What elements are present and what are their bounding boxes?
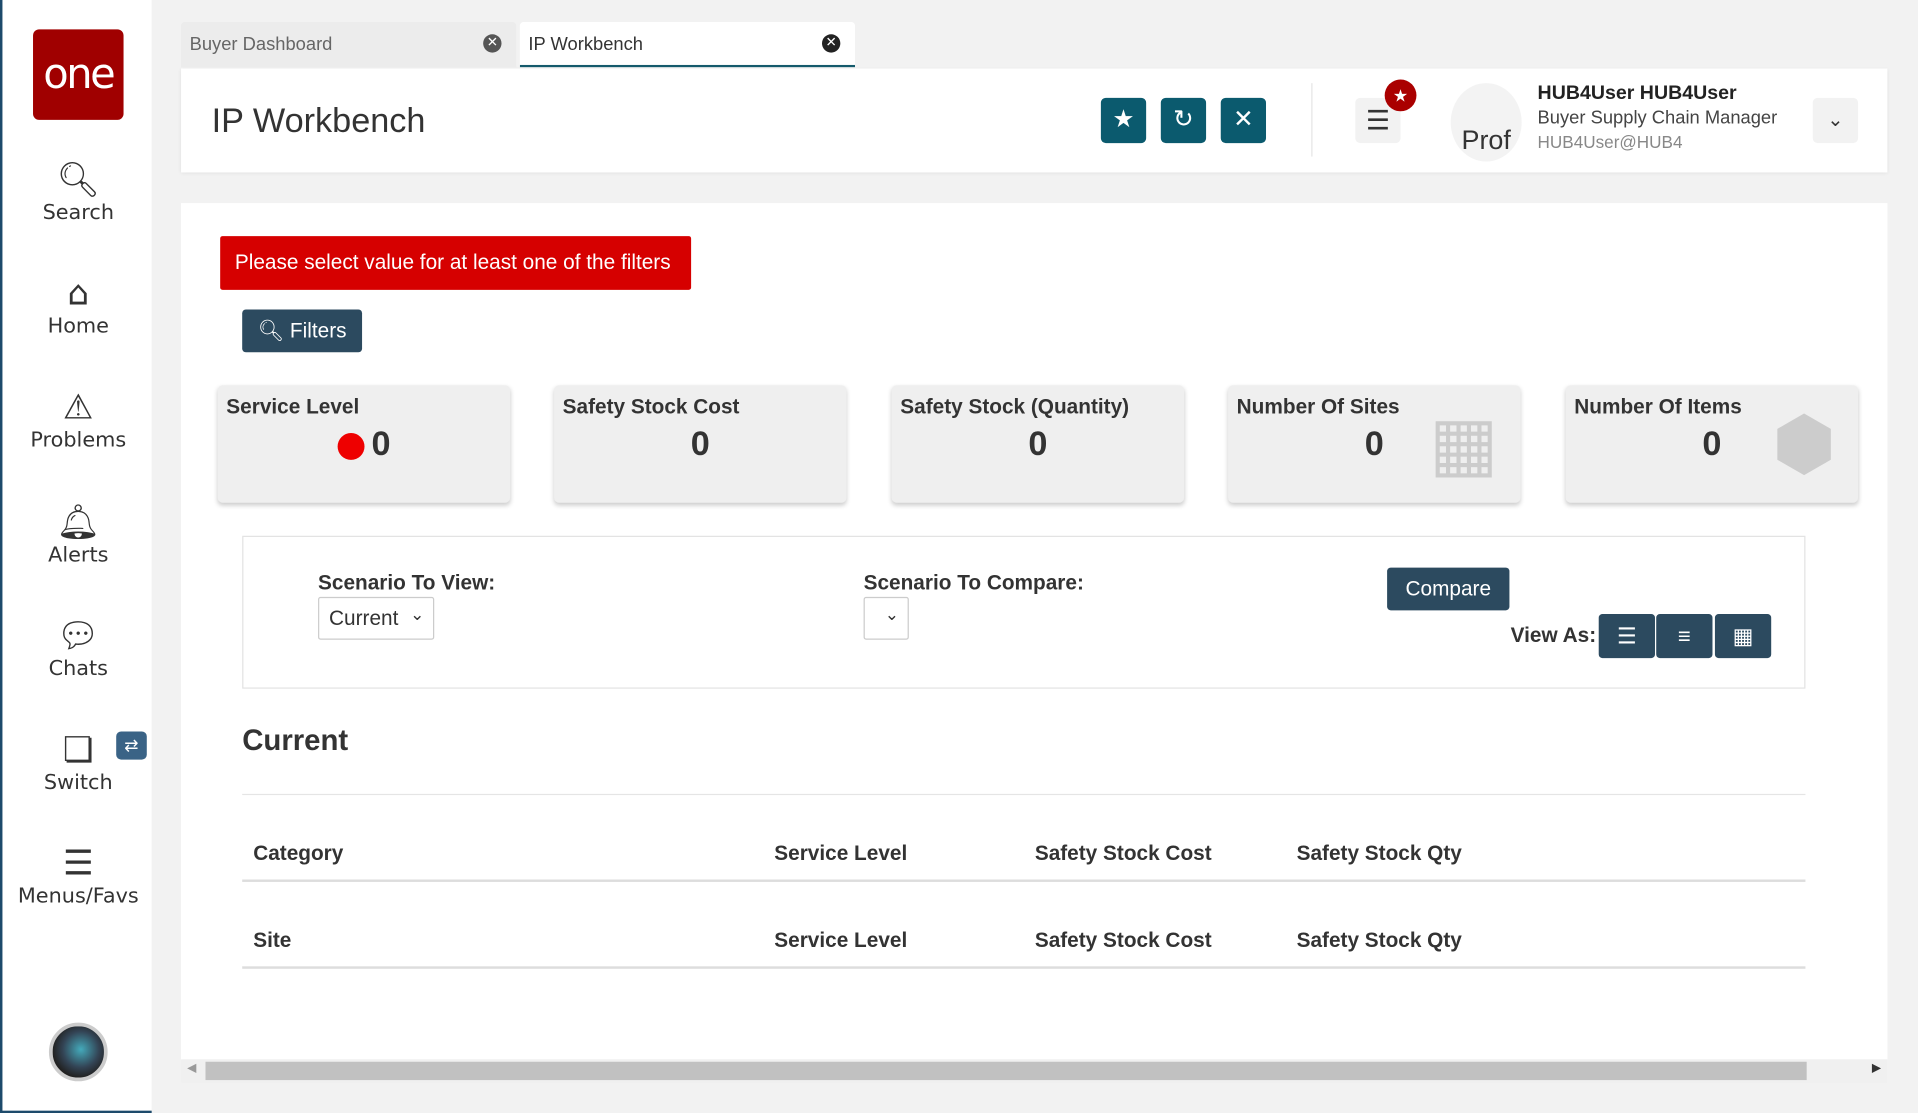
section-title: Current xyxy=(242,724,349,758)
sidebar-item-label: Home xyxy=(47,314,109,339)
sidebar-item-label: Search xyxy=(42,200,115,226)
bell-icon: 🔔︎ xyxy=(56,501,101,542)
sidebar-item-problems[interactable]: ⚠ Problems xyxy=(2,387,154,453)
map-icon: ▦ xyxy=(1732,623,1754,649)
kpi-value: 0 xyxy=(1028,424,1048,463)
view-as-label: View As: xyxy=(1510,623,1597,648)
scenario-compare-label: Scenario To Compare: xyxy=(863,571,1084,595)
compare-button[interactable]: Compare xyxy=(1387,567,1510,611)
logo[interactable]: one xyxy=(33,29,124,120)
kpi-value: 0 xyxy=(1364,424,1384,463)
sidebar-item-label: Chats xyxy=(48,656,109,682)
scrollbar-thumb[interactable] xyxy=(205,1061,1807,1081)
view-as-list-button[interactable]: ☰ xyxy=(1598,614,1655,659)
filters-label: Filters xyxy=(289,319,347,343)
refresh-button[interactable]: ↻ xyxy=(1160,97,1207,144)
bar-chart-icon: ≡ xyxy=(1677,623,1691,649)
divider xyxy=(242,793,1806,796)
user-name: HUB4User HUB4User xyxy=(1537,83,1737,104)
view-as-bar-button[interactable]: ≡ xyxy=(1656,614,1713,659)
search-icon: 🔍︎ xyxy=(56,159,101,200)
sidebar-item-search[interactable]: 🔍︎ Search xyxy=(2,159,154,225)
list-icon: ☰ xyxy=(1616,623,1637,649)
user-role: Buyer Supply Chain Manager xyxy=(1537,107,1778,129)
kpi-service-level: Service Level 0 xyxy=(217,385,511,503)
kpi-label: Safety Stock Cost xyxy=(562,395,740,419)
sidebar-item-label: Menus/Favs xyxy=(17,884,139,909)
horizontal-scrollbar[interactable]: ◀ ▶ xyxy=(181,1059,1888,1083)
menu-icon: ☰ xyxy=(1365,105,1390,136)
kpi-label: Number Of Sites xyxy=(1236,395,1400,419)
favorite-button[interactable]: ★ xyxy=(1100,97,1147,144)
user-email: HUB4User@HUB4 xyxy=(1537,132,1683,152)
search-icon: 🔍︎ xyxy=(257,319,285,343)
page-title: IP Workbench xyxy=(211,101,426,140)
column-header: Category xyxy=(253,841,344,865)
selected-value: Current xyxy=(329,606,399,630)
kpi-value: 0 xyxy=(371,424,391,463)
sidebar-item-menus-favs[interactable]: ☰ Menus/Favs xyxy=(2,843,154,909)
sidebar-item-label: Switch xyxy=(43,770,113,796)
kpi-number-of-items: ⬢ Number Of Items 0 xyxy=(1565,385,1859,503)
user-menu-dropdown[interactable]: ⌄ xyxy=(1812,97,1859,144)
sidebar-item-alerts[interactable]: 🔔︎ Alerts xyxy=(2,502,154,568)
scenario-view-label: Scenario To View: xyxy=(318,571,496,595)
tab-label: Buyer Dashboard xyxy=(189,34,333,56)
chevron-down-icon: ⌄ xyxy=(1827,110,1844,131)
kpi-label: Service Level xyxy=(226,395,360,419)
main-content: Please select value for at least one of … xyxy=(181,203,1888,1083)
error-banner: Please select value for at least one of … xyxy=(220,236,692,290)
chevron-down-icon: ⌄ xyxy=(884,604,900,624)
page-header: IP Workbench ★ ↻ ✕ ☰ ★ Prof HUB4User HUB… xyxy=(181,68,1888,173)
close-button[interactable]: ✕ xyxy=(1220,97,1267,144)
column-header: Service Level xyxy=(774,841,908,865)
column-header: Safety Stock Qty xyxy=(1296,841,1462,865)
kpi-label: Number Of Items xyxy=(1574,395,1742,419)
kpi-safety-stock-quantity: Safety Stock (Quantity) 0 xyxy=(891,385,1185,503)
column-header: Safety Stock Qty xyxy=(1296,928,1462,952)
close-icon[interactable]: ✕ xyxy=(483,34,502,53)
scenario-compare-select[interactable]: ⌄ xyxy=(863,596,909,640)
divider xyxy=(242,879,1806,882)
warning-icon: ⚠ xyxy=(62,386,94,427)
menu-icon: ☰ xyxy=(62,842,94,884)
sidebar-item-home[interactable]: ⌂ Home xyxy=(2,273,154,339)
sidebar-item-label: Alerts xyxy=(48,543,109,568)
column-header: Safety Stock Cost xyxy=(1034,928,1212,952)
tab-label: IP Workbench xyxy=(528,34,644,56)
scenario-view-select[interactable]: Current ⌄ xyxy=(318,596,435,640)
status-dot xyxy=(337,433,365,460)
view-as-map-button[interactable]: ▦ xyxy=(1714,614,1772,659)
kpi-value: 0 xyxy=(690,424,710,463)
sidebar-item-label: Problems xyxy=(30,428,127,453)
chat-icon: 💬︎ xyxy=(56,615,101,656)
filters-button[interactable]: 🔍︎ Filters xyxy=(242,309,363,353)
scenario-panel: Scenario To View: Current ⌄ Scenario To C… xyxy=(242,535,1806,689)
column-header: Service Level xyxy=(774,928,908,952)
sidebar-item-chats[interactable]: 💬︎ Chats xyxy=(2,615,154,681)
kpi-label: Safety Stock (Quantity) xyxy=(900,395,1130,419)
tab-buyer-dashboard[interactable]: Buyer Dashboard ✕ xyxy=(181,22,517,68)
kpi-number-of-sites: ▦ Number Of Sites 0 xyxy=(1228,385,1521,503)
profile-image[interactable]: Prof xyxy=(1450,83,1522,162)
sidebar: one 🔍︎ Search ⌂ Home ⚠ Problems 🔔︎ Alerts 💬︎… xyxy=(0,0,152,1113)
column-header: Safety Stock Cost xyxy=(1034,841,1212,865)
close-icon[interactable]: ✕ xyxy=(821,34,841,53)
kpi-safety-stock-cost: Safety Stock Cost 0 xyxy=(554,385,847,503)
chevron-down-icon: ⌄ xyxy=(410,604,425,624)
divider xyxy=(1311,83,1313,157)
switch-arrows-icon[interactable]: ⇄ xyxy=(116,731,147,760)
home-icon: ⌂ xyxy=(67,272,90,314)
scroll-left-icon[interactable]: ◀ xyxy=(187,1062,196,1075)
column-header: Site xyxy=(253,928,292,952)
favorites-star-icon[interactable]: ★ xyxy=(1384,79,1417,112)
scroll-right-icon[interactable]: ▶ xyxy=(1872,1062,1881,1075)
divider xyxy=(242,966,1806,969)
assistant-avatar[interactable] xyxy=(48,1022,108,1082)
tab-ip-workbench[interactable]: IP Workbench ✕ xyxy=(519,22,856,68)
kpi-value: 0 xyxy=(1702,424,1722,463)
